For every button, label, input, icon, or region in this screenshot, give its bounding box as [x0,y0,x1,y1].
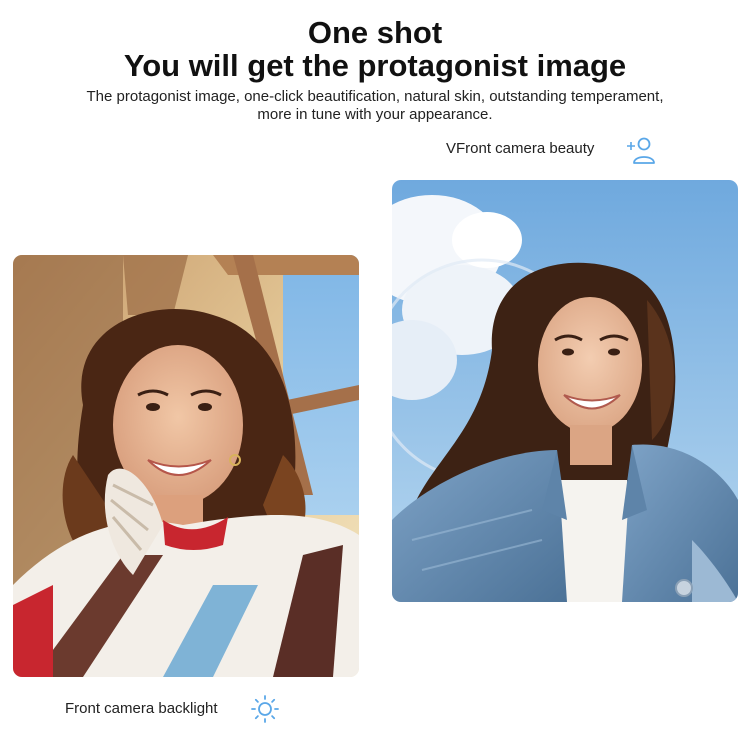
subtitle: The protagonist image, one-click beautif… [40,88,710,124]
front-camera-backlight-label: Front camera backlight [65,700,218,717]
backlight-selfie-photo [13,255,359,677]
sun-icon [250,694,280,724]
subtitle-line-2: more in tune with your appearance. [257,106,493,123]
front-camera-beauty-label: VFront camera beauty [446,140,595,157]
title-line-2: You will get the protagonist image [123,48,627,83]
user-sparkle-icon [626,136,658,166]
subtitle-line-1: The protagonist image, one-click beautif… [86,88,664,105]
beauty-selfie-photo [392,180,738,602]
page: One shot You will get the protagonist im… [0,0,750,750]
